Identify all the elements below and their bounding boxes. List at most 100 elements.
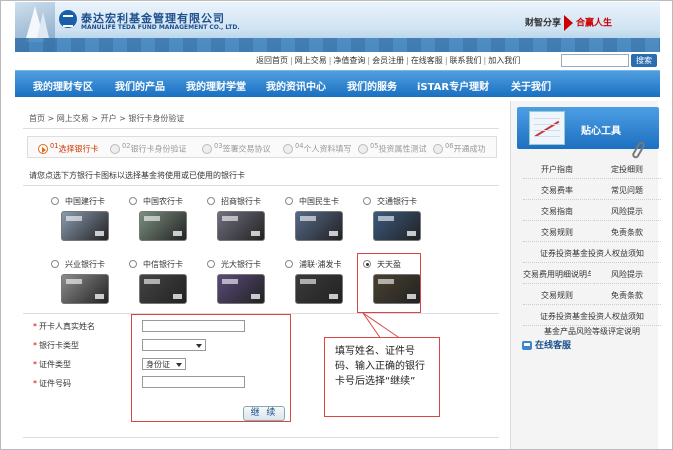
step-4: 04个人资料填写: [283, 142, 351, 155]
step-5: 05投资属性测试: [358, 142, 426, 155]
chevron-down-icon: [176, 363, 182, 367]
tool-link[interactable]: 交易规则: [523, 224, 591, 242]
bank-option-cmb[interactable]: 招商银行卡: [207, 194, 277, 250]
step-arrow-icon: [38, 144, 48, 155]
slogan-arrow-icon: [564, 15, 574, 31]
bank-card-image[interactable]: [139, 211, 187, 241]
main-nav: 我的理财专区 我们的产品 我的理财学堂 我的资讯中心 我们的服务 iSTAR专户…: [15, 70, 660, 97]
site-header: 泰达宏利基金管理有限公司 MANULIFE TEDA FUND MANAGEME…: [15, 2, 660, 52]
search-button[interactable]: 搜索: [631, 54, 657, 67]
toplink-service[interactable]: 在线客服: [411, 56, 443, 65]
tool-link[interactable]: 交易费用明细说明与计算方式: [523, 266, 591, 284]
step-6: 06开通成功: [433, 142, 485, 155]
bank-radio[interactable]: [285, 260, 293, 268]
company-logo-icon[interactable]: [59, 10, 77, 28]
bank-card-image[interactable]: [295, 211, 343, 241]
bank-option-citic[interactable]: 中信银行卡: [129, 257, 199, 313]
nav-my-finance[interactable]: 我的理财专区: [33, 78, 93, 93]
tool-link[interactable]: 风险提示: [593, 266, 661, 284]
step-arrow-icon: [283, 144, 293, 155]
step-progress: 01选择银行卡 02银行卡身份验证 03签署交易协议 04个人资料填写 05投资…: [27, 136, 497, 158]
bank-radio[interactable]: [51, 197, 59, 205]
bank-radio[interactable]: [51, 260, 59, 268]
bank-card-image[interactable]: [61, 211, 109, 241]
toplink-contact[interactable]: 联系我们: [450, 56, 482, 65]
bank-card-image[interactable]: [139, 274, 187, 304]
bank-card-image[interactable]: [373, 211, 421, 241]
tool-link[interactable]: 风险提示: [593, 203, 661, 221]
bank-radio[interactable]: [207, 197, 215, 205]
chat-icon: [522, 341, 532, 350]
tool-link[interactable]: 定投细则: [593, 161, 661, 179]
tool-link[interactable]: 开户指南: [523, 161, 591, 179]
tools-title: 贴心工具: [581, 126, 621, 137]
bank-option-abc[interactable]: 中国农行卡: [129, 194, 199, 250]
step-1: 01选择银行卡: [38, 142, 98, 155]
search-input[interactable]: [561, 54, 629, 67]
instruction-callout: 填写姓名、证件号码、输入正确的银行卡号后选择“继续”: [324, 337, 440, 417]
tool-link[interactable]: 证券投资基金投资人权益须知: [523, 245, 661, 263]
step-arrow-icon: [202, 144, 212, 155]
bank-radio[interactable]: [129, 197, 137, 205]
tool-link[interactable]: 常见问题: [593, 182, 661, 200]
page: 泰达宏利基金管理有限公司 MANULIFE TEDA FUND MANAGEME…: [0, 0, 673, 450]
tool-link[interactable]: 交易费率: [523, 182, 591, 200]
top-links: 返回首页 | 网上交易 | 净值查询 | 会员注册 | 在线客服 | 联系我们 | 加入我们: [256, 56, 521, 65]
bank-option-spdb[interactable]: 浦联·浦发卡: [285, 257, 355, 313]
bank-option-ccb[interactable]: 中国建行卡: [51, 194, 121, 250]
step-arrow-icon: [110, 144, 120, 155]
divider: [23, 437, 499, 438]
tool-link[interactable]: 证券投资基金投资人权益须知: [523, 308, 661, 326]
toplink-register[interactable]: 会员注册: [372, 56, 404, 65]
online-service[interactable]: 在线客服: [522, 338, 571, 351]
step-arrow-icon: [433, 144, 443, 155]
card-type-select[interactable]: [142, 339, 206, 351]
bank-radio[interactable]: [129, 260, 137, 268]
bank-radio[interactable]: [207, 260, 215, 268]
id-type-select[interactable]: 身份证: [142, 358, 186, 370]
tool-link[interactable]: 免责条款: [593, 224, 661, 242]
bank-option-bocom[interactable]: 交通银行卡: [363, 194, 433, 250]
bank-card-image[interactable]: [217, 274, 265, 304]
tool-row: 交易规则 免责条款: [523, 224, 661, 242]
bank-option-cib[interactable]: 兴业银行卡: [51, 257, 121, 313]
nav-news[interactable]: 我的资讯中心: [266, 78, 326, 93]
breadcrumb: 首页 > 网上交易 > 开户 > 银行卡身份验证: [29, 114, 185, 123]
bank-radio[interactable]: [285, 197, 293, 205]
nav-about[interactable]: 关于我们: [511, 78, 551, 93]
bank-card-image[interactable]: [217, 211, 265, 241]
divider: [23, 128, 499, 129]
toplink-trade[interactable]: 网上交易: [295, 56, 327, 65]
tool-link[interactable]: 交易指南: [523, 203, 591, 221]
nav-products[interactable]: 我们的产品: [115, 78, 165, 93]
chart-icon: [529, 111, 565, 145]
bank-option-cmbc[interactable]: 中国民生卡: [285, 194, 355, 250]
idnum-label: * 证件号码: [33, 379, 71, 388]
step-3: 03签署交易协议: [202, 142, 270, 155]
slogan-right: 合赢人生: [576, 18, 613, 29]
tool-row: 交易费率 常见问题: [523, 182, 661, 200]
tool-row: 交易指南 风险提示: [523, 203, 661, 221]
id-number-field[interactable]: [142, 376, 245, 388]
nav-services[interactable]: 我们的服务: [347, 78, 397, 93]
continue-button[interactable]: 继 续: [243, 406, 285, 421]
tool-link[interactable]: 基金产品风险等级评定说明: [523, 327, 661, 337]
bank-option-ceb[interactable]: 光大银行卡: [207, 257, 277, 313]
idtype-label: * 证件类型: [33, 360, 71, 369]
toplink-join[interactable]: 加入我们: [488, 56, 520, 65]
slogan: 财智分享 合赢人生: [525, 15, 612, 31]
tool-row: 交易费用明细说明与计算方式 风险提示: [523, 266, 661, 284]
tool-row: 开户指南 定投细则: [523, 161, 661, 179]
slogan-left: 财智分享: [525, 18, 562, 29]
tool-link[interactable]: 交易规则: [523, 287, 591, 305]
nav-academy[interactable]: 我的理财学堂: [186, 78, 246, 93]
tool-link[interactable]: 免责条款: [593, 287, 661, 305]
toplink-home[interactable]: 返回首页: [256, 56, 288, 65]
chevron-down-icon: [196, 344, 202, 348]
bank-radio[interactable]: [363, 197, 371, 205]
bank-card-image[interactable]: [295, 274, 343, 304]
name-field[interactable]: [142, 320, 245, 332]
bank-card-image[interactable]: [61, 274, 109, 304]
toplink-nav[interactable]: 净值查询: [333, 56, 365, 65]
nav-istar[interactable]: iSTAR专户理财: [417, 78, 489, 93]
